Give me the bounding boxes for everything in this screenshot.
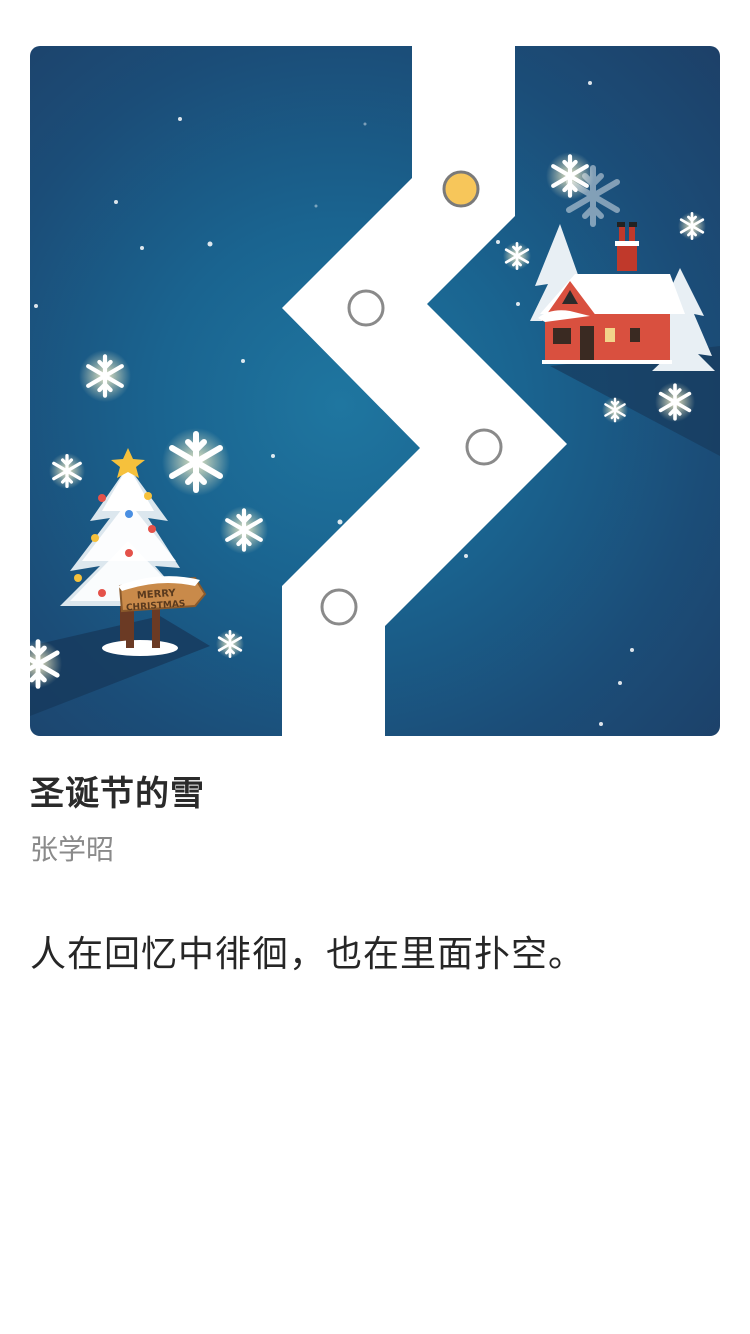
cover-artwork[interactable]: MERRY CHRISTMAS bbox=[30, 46, 720, 736]
snowflake-icon bbox=[678, 212, 706, 240]
song-artist[interactable]: 张学昭 bbox=[30, 828, 114, 868]
snowflake-icon bbox=[216, 630, 244, 658]
snowflake-icon bbox=[79, 350, 131, 402]
snowflake-icon bbox=[49, 453, 85, 489]
snowflake-icon bbox=[602, 397, 628, 423]
snowflake-icon bbox=[162, 428, 230, 496]
snowflake-icon bbox=[220, 506, 268, 554]
song-title: 圣诞节的雪 bbox=[30, 774, 205, 814]
path-dot bbox=[465, 428, 503, 466]
song-quote: 人在回忆中徘徊，也在里面扑空。 bbox=[30, 934, 586, 975]
path-dot bbox=[347, 289, 385, 327]
path-dot bbox=[320, 588, 358, 626]
snowflake-icon bbox=[503, 242, 531, 270]
house-icon bbox=[530, 222, 715, 371]
active-dot bbox=[442, 170, 480, 208]
snowflake-icon bbox=[655, 382, 695, 422]
game-path bbox=[282, 46, 567, 736]
cover-illustration: MERRY CHRISTMAS bbox=[30, 46, 720, 736]
